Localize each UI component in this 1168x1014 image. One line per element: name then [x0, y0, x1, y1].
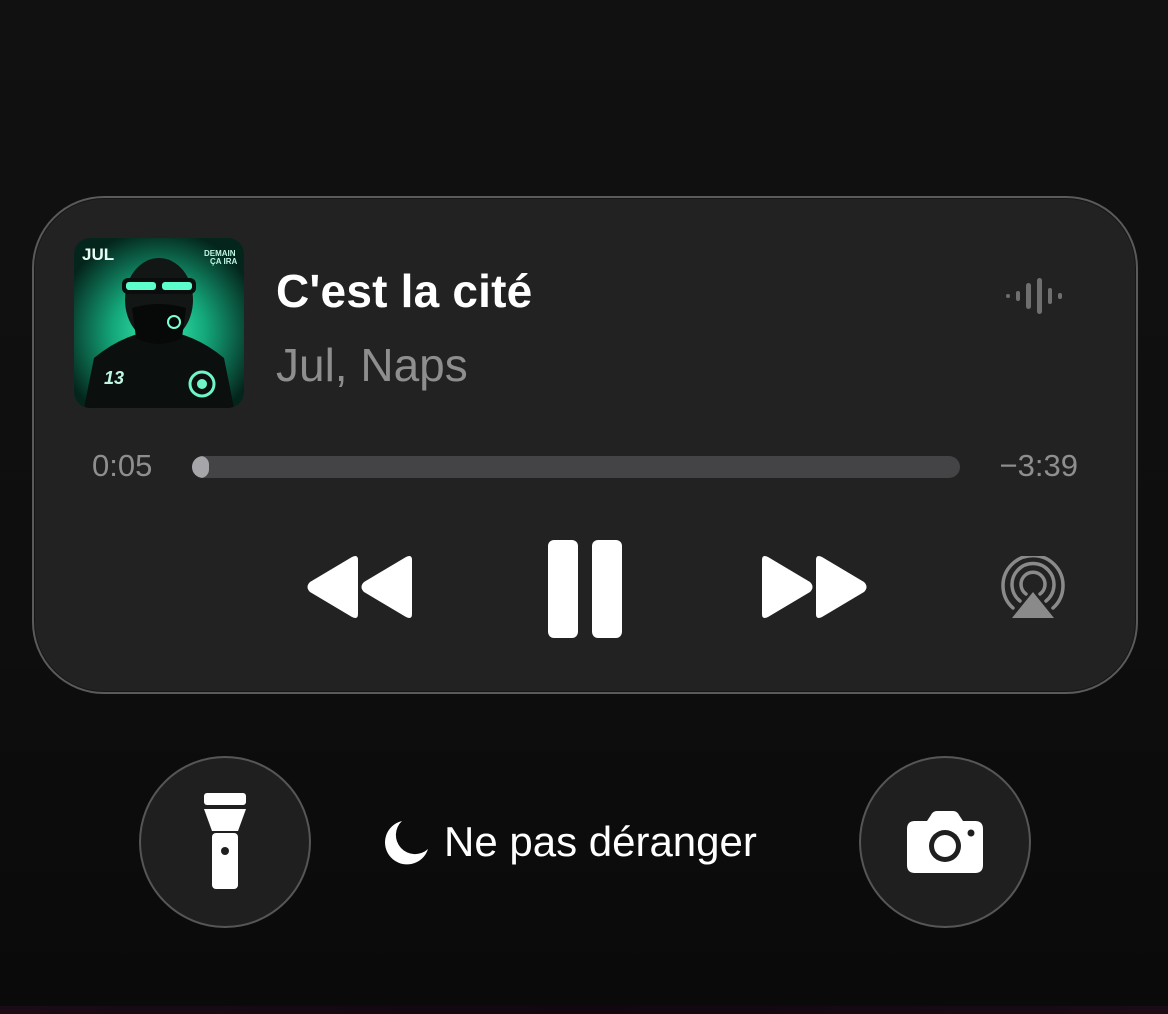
- album-artwork[interactable]: JUL DEMAIN ÇA IRA 13: [74, 238, 244, 408]
- flashlight-icon: [204, 793, 246, 889]
- rewind-icon: [307, 556, 412, 618]
- track-title[interactable]: C'est la cité: [276, 264, 532, 318]
- pause-icon: [548, 540, 622, 638]
- fast-forward-button[interactable]: [758, 554, 868, 620]
- waveform-icon: [1006, 276, 1068, 316]
- camera-icon: [907, 811, 983, 873]
- time-elapsed: 0:05: [92, 448, 153, 483]
- track-artist[interactable]: Jul, Naps: [276, 338, 468, 392]
- moon-icon: [385, 821, 428, 865]
- artwork-album-tag-2: ÇA IRA: [210, 257, 237, 266]
- flashlight-button[interactable]: [139, 756, 311, 928]
- playback-scrubber[interactable]: [192, 456, 960, 478]
- fast-forward-icon: [762, 556, 867, 618]
- time-remaining: −3:39: [999, 448, 1078, 483]
- playback-progress-fill: [192, 456, 209, 478]
- focus-label: Ne pas déranger: [444, 818, 757, 865]
- artwork-jersey-number: 13: [104, 368, 124, 388]
- artwork-artist-tag: JUL: [82, 245, 114, 264]
- rewind-button[interactable]: [306, 554, 416, 620]
- camera-button[interactable]: [859, 756, 1031, 928]
- now-playing-card: JUL DEMAIN ÇA IRA 13 C'est la cité Jul, …: [32, 196, 1138, 694]
- airplay-button[interactable]: [998, 556, 1068, 622]
- focus-do-not-disturb[interactable]: Ne pas déranger: [384, 814, 757, 870]
- airplay-audio-icon: [1001, 556, 1065, 618]
- lock-screen: JUL DEMAIN ÇA IRA 13 C'est la cité Jul, …: [0, 0, 1168, 1014]
- bottom-edge: [0, 1006, 1168, 1014]
- pause-button[interactable]: [546, 538, 624, 640]
